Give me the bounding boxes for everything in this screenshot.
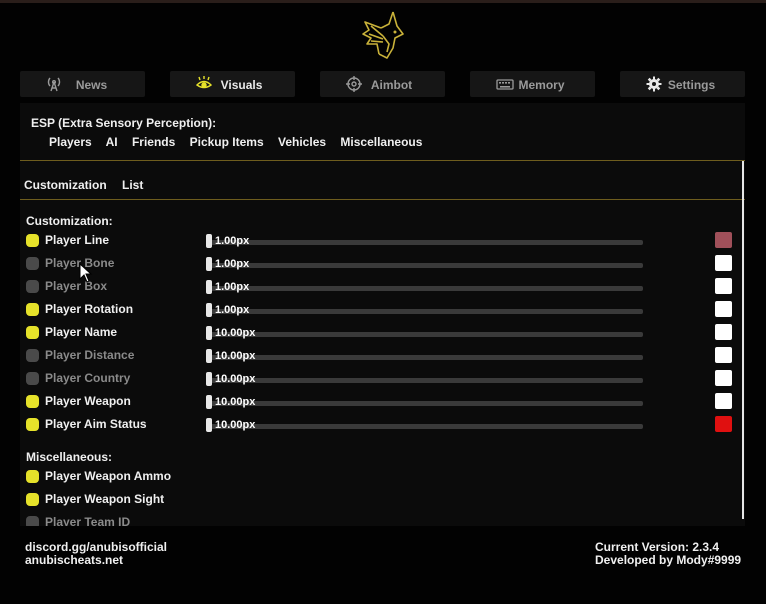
row-label: Player Weapon Ammo — [45, 469, 172, 483]
row-label: Player Team ID — [45, 515, 131, 526]
tab-memory-label: Memory — [518, 78, 565, 92]
mouse-cursor-icon — [79, 262, 93, 283]
tab-aimbot[interactable]: Aimbot — [320, 71, 445, 97]
tab-visuals-label: Visuals — [220, 78, 263, 92]
toggle-checkbox[interactable] — [26, 470, 39, 483]
anubis-logo-icon — [357, 8, 409, 64]
tab-news-label: News — [75, 78, 108, 92]
main-tab-bar: News Visuals Aimbot Memory Settings — [20, 71, 746, 97]
tab-news[interactable]: News — [20, 71, 145, 97]
toggle-checkbox[interactable] — [26, 493, 39, 506]
top-strip — [0, 0, 766, 3]
tab-aimbot-label: Aimbot — [370, 78, 413, 92]
website-link[interactable]: anubischeats.net — [25, 554, 167, 567]
toggle-checkbox[interactable] — [26, 516, 39, 526]
tab-visuals[interactable]: Visuals — [170, 71, 295, 97]
vertical-scrollbar[interactable] — [742, 161, 744, 519]
footer-right: Current Version: 2.3.4 Developed by Mody… — [595, 541, 741, 567]
content-panel: ESP (Extra Sensory Perception): Players … — [20, 103, 745, 526]
miscellaneous-row: Player Team ID — [20, 514, 740, 526]
tab-settings-label: Settings — [667, 78, 716, 92]
miscellaneous-row: Player Weapon Sight — [20, 491, 740, 511]
tab-memory[interactable]: Memory — [470, 71, 595, 97]
developer-text: Developed by Mody#9999 — [595, 553, 742, 567]
footer-left: discord.gg/anubisofficial anubischeats.n… — [25, 541, 167, 567]
miscellaneous-row: Player Weapon Ammo — [20, 468, 740, 488]
tab-settings[interactable]: Settings — [620, 71, 745, 97]
row-label: Player Weapon Sight — [45, 492, 165, 506]
